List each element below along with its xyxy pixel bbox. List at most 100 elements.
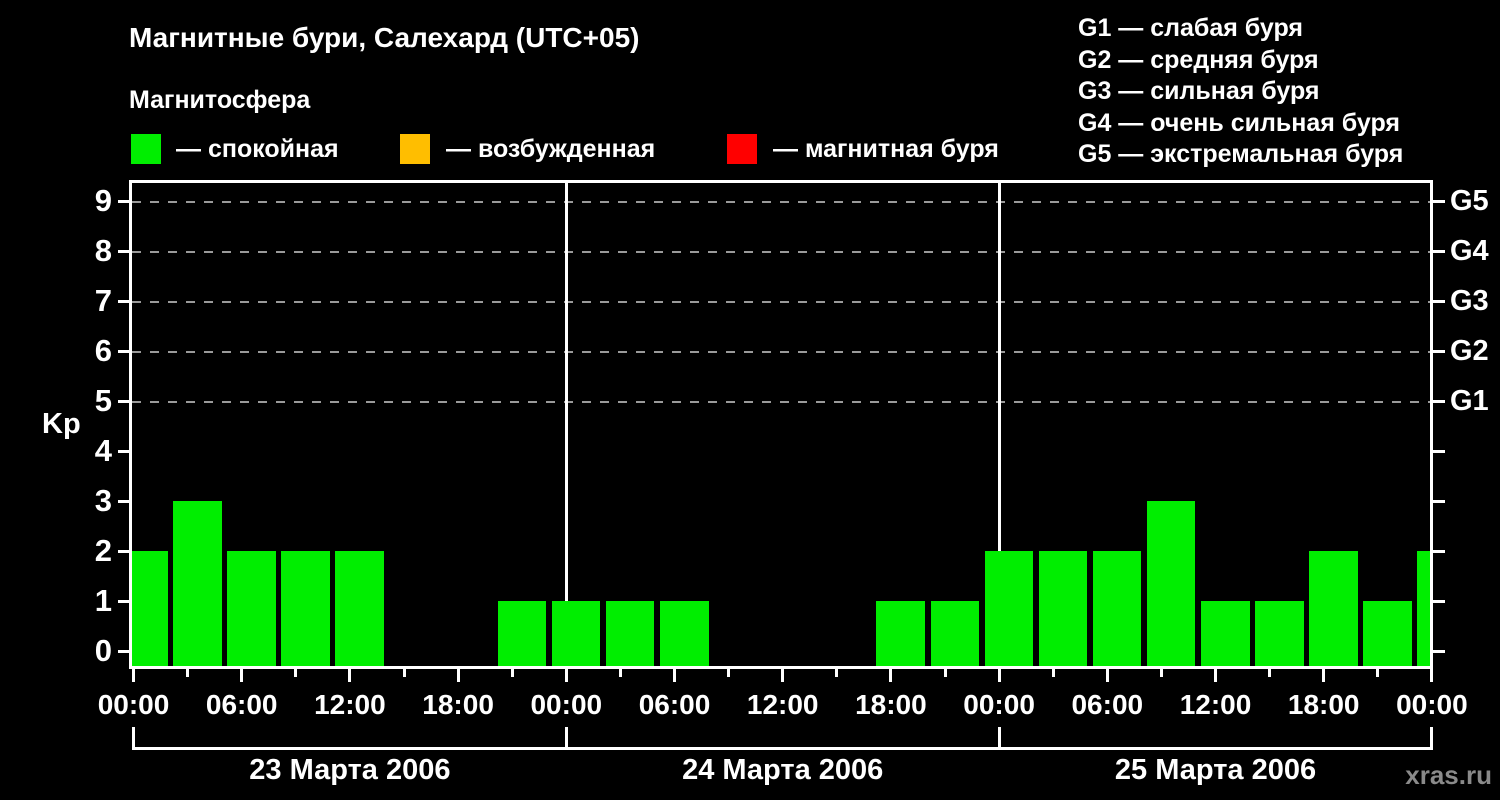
- right-axis-label-G5: G5: [1450, 184, 1489, 218]
- right-axis-label-G3: G3: [1450, 284, 1489, 318]
- kp-bar: [498, 601, 547, 666]
- legend-label: — магнитная буря: [773, 133, 999, 165]
- date-bracket-tick: [1430, 727, 1433, 750]
- x-axis-time-label: 06:00: [1037, 689, 1177, 721]
- kp-bar: [1417, 551, 1433, 666]
- date-label: 24 Марта 2006: [583, 753, 983, 787]
- y-axis-label: 7: [20, 283, 112, 319]
- kp-bar: [552, 601, 601, 666]
- x-axis-tick: [1160, 668, 1163, 677]
- legend-swatch-quiet_green: [131, 134, 161, 164]
- x-axis-tick: [1376, 668, 1379, 677]
- right-axis-tick: [1433, 650, 1445, 653]
- x-axis-tick: [511, 668, 514, 677]
- kp-gridline-9: [132, 201, 1430, 203]
- x-axis-tick: [781, 668, 784, 682]
- x-axis-time-label: 06:00: [605, 689, 745, 721]
- date-bracket-tick: [998, 727, 1001, 750]
- date-bracket-tick: [565, 727, 568, 750]
- kp-gridline-7: [132, 301, 1430, 303]
- kp-bar: [227, 551, 276, 666]
- kp-bar: [1309, 551, 1358, 666]
- date-bracket-tick: [132, 727, 135, 750]
- kp-bar: [660, 601, 709, 666]
- legend-swatch-storm_red: [727, 134, 757, 164]
- x-axis-tick: [889, 668, 892, 682]
- x-axis-time-label: 18:00: [388, 689, 528, 721]
- right-axis-tick: [1433, 400, 1445, 403]
- right-axis-tick: [1433, 600, 1445, 603]
- kp-gridline-8: [132, 251, 1430, 253]
- x-axis-time-label: 18:00: [1254, 689, 1394, 721]
- kp-bar: [129, 551, 168, 666]
- x-axis-tick: [348, 668, 351, 682]
- x-axis-tick: [1106, 668, 1109, 682]
- legend-label: — возбужденная: [446, 133, 655, 165]
- x-axis-tick: [727, 668, 730, 677]
- right-axis-tick: [1433, 450, 1445, 453]
- x-axis-tick: [565, 668, 568, 682]
- kp-bar: [281, 551, 330, 666]
- watermark: xras.ru: [1360, 760, 1492, 791]
- y-axis-title: Kp: [42, 408, 81, 441]
- y-axis-label: 9: [20, 183, 112, 219]
- x-axis-time-label: 00:00: [496, 689, 636, 721]
- kp-bar: [1039, 551, 1088, 666]
- x-axis-tick: [132, 668, 135, 682]
- chart-title: Магнитные бури, Салехард (UTC+05): [129, 22, 639, 54]
- storm-legend-line: G5 — экстремальная буря: [1078, 139, 1403, 171]
- legend-label: — спокойная: [176, 133, 339, 165]
- date-label: 23 Марта 2006: [150, 753, 550, 787]
- date-bracket: [132, 747, 1433, 750]
- magnetic-storm-chart: Магнитные бури, Салехард (UTC+05) Магнит…: [0, 0, 1500, 800]
- x-axis-time-label: 00:00: [1362, 689, 1500, 721]
- kp-bar: [985, 551, 1034, 666]
- y-axis-label: 8: [20, 233, 112, 269]
- kp-bar: [931, 601, 980, 666]
- x-axis-time-label: 12:00: [1146, 689, 1286, 721]
- right-axis-tick: [1433, 300, 1445, 303]
- x-axis-tick: [1268, 668, 1271, 677]
- storm-legend-line: G3 — сильная буря: [1078, 76, 1403, 108]
- kp-bar: [1201, 601, 1250, 666]
- kp-bar: [1093, 551, 1142, 666]
- right-axis-tick: [1433, 500, 1445, 503]
- x-axis-time-label: 00:00: [929, 689, 1069, 721]
- x-axis-time-label: 00:00: [64, 689, 204, 721]
- right-axis-tick: [1433, 200, 1445, 203]
- kp-gridline-5: [132, 401, 1430, 403]
- x-axis-tick: [998, 668, 1001, 682]
- right-axis-tick: [1433, 550, 1445, 553]
- storm-legend-line: G2 — средняя буря: [1078, 45, 1403, 77]
- right-axis-label-G4: G4: [1450, 234, 1489, 268]
- x-axis-tick: [1322, 668, 1325, 682]
- x-axis-tick: [403, 668, 406, 677]
- y-axis-label: 2: [20, 533, 112, 569]
- x-axis-tick: [1052, 668, 1055, 677]
- x-axis-time-label: 18:00: [821, 689, 961, 721]
- plot-area: [129, 180, 1433, 669]
- x-axis-tick: [944, 668, 947, 677]
- x-axis-time-label: 12:00: [713, 689, 853, 721]
- x-axis-tick: [457, 668, 460, 682]
- x-axis-time-label: 12:00: [280, 689, 420, 721]
- x-axis-time-label: 06:00: [172, 689, 312, 721]
- x-axis-tick: [1430, 668, 1433, 682]
- kp-bar: [173, 501, 222, 666]
- date-label: 25 Марта 2006: [1016, 753, 1416, 787]
- kp-bar: [876, 601, 925, 666]
- kp-bar: [335, 551, 384, 666]
- storm-scale-legend: G1 — слабая буряG2 — средняя буряG3 — си…: [1078, 13, 1403, 171]
- x-axis-tick: [835, 668, 838, 677]
- x-axis-tick: [673, 668, 676, 682]
- day-separator-line: [565, 183, 568, 666]
- x-axis-tick: [294, 668, 297, 677]
- chart-subtitle: Магнитосфера: [129, 86, 310, 115]
- kp-bar: [1255, 601, 1304, 666]
- right-axis-label-G1: G1: [1450, 384, 1489, 418]
- storm-legend-line: G4 — очень сильная буря: [1078, 108, 1403, 140]
- kp-bar: [1363, 601, 1412, 666]
- x-axis-tick: [240, 668, 243, 682]
- kp-gridline-6: [132, 351, 1430, 353]
- kp-bar: [1147, 501, 1196, 666]
